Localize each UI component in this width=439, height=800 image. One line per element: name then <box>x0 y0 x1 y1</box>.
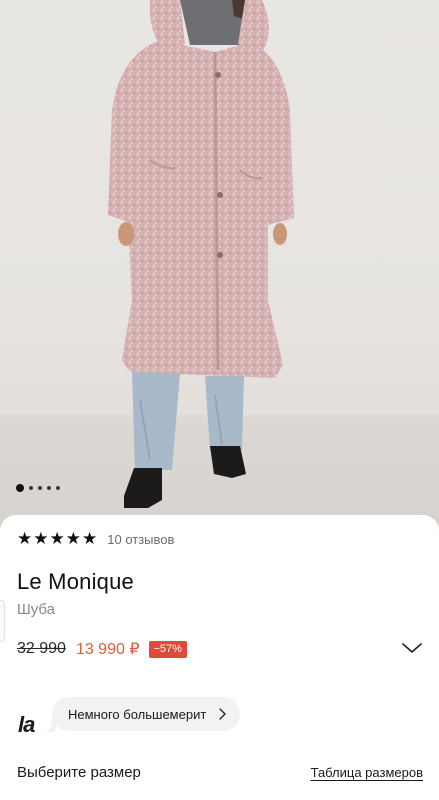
star-icon: ★ <box>49 529 65 549</box>
product-info-sheet: ★ ★ ★ ★ ★ 10 отзывов Le Monique Шуба 32 … <box>0 515 439 800</box>
discount-badge: −57% <box>148 640 187 658</box>
reviews-count[interactable]: 10 отзывов <box>107 532 174 547</box>
product-type: Шуба <box>17 601 56 618</box>
pagination-dot[interactable] <box>56 486 60 490</box>
coat-illustration <box>108 0 294 508</box>
la-logo: la <box>18 712 35 737</box>
fit-advice-bubble[interactable]: Немного большемерит <box>52 697 241 731</box>
price-row: 32 990 13 990 ₽ −57% <box>17 639 187 659</box>
edge-tab[interactable] <box>0 600 5 642</box>
size-row: Выберите размер Таблица размеров <box>17 764 423 781</box>
rating-row[interactable]: ★ ★ ★ ★ ★ 10 отзывов <box>17 531 174 548</box>
old-price: 32 990 <box>17 640 66 657</box>
current-price: 13 990 ₽ <box>75 641 140 658</box>
gallery-pagination[interactable] <box>16 484 60 492</box>
pagination-dot[interactable] <box>38 486 42 490</box>
star-icon: ★ <box>82 529 98 549</box>
chevron-down-icon[interactable] <box>401 641 423 655</box>
star-icon: ★ <box>33 529 49 549</box>
select-size-label[interactable]: Выберите размер <box>17 764 141 781</box>
fit-advice-text: Немного большемерит <box>68 706 207 722</box>
star-icon: ★ <box>65 529 81 549</box>
product-screen: ★ ★ ★ ★ ★ 10 отзывов Le Monique Шуба 32 … <box>0 0 439 800</box>
star-icon: ★ <box>17 529 33 549</box>
pagination-dot-active[interactable] <box>16 484 24 492</box>
rating-stars: ★ ★ ★ ★ ★ <box>17 531 97 548</box>
pagination-dot[interactable] <box>47 486 51 490</box>
size-table-link[interactable]: Таблица размеров <box>311 765 423 780</box>
product-photo[interactable] <box>0 0 439 530</box>
chevron-right-icon <box>219 708 226 720</box>
brand-name[interactable]: Le Monique <box>17 569 134 595</box>
pagination-dot[interactable] <box>29 486 33 490</box>
